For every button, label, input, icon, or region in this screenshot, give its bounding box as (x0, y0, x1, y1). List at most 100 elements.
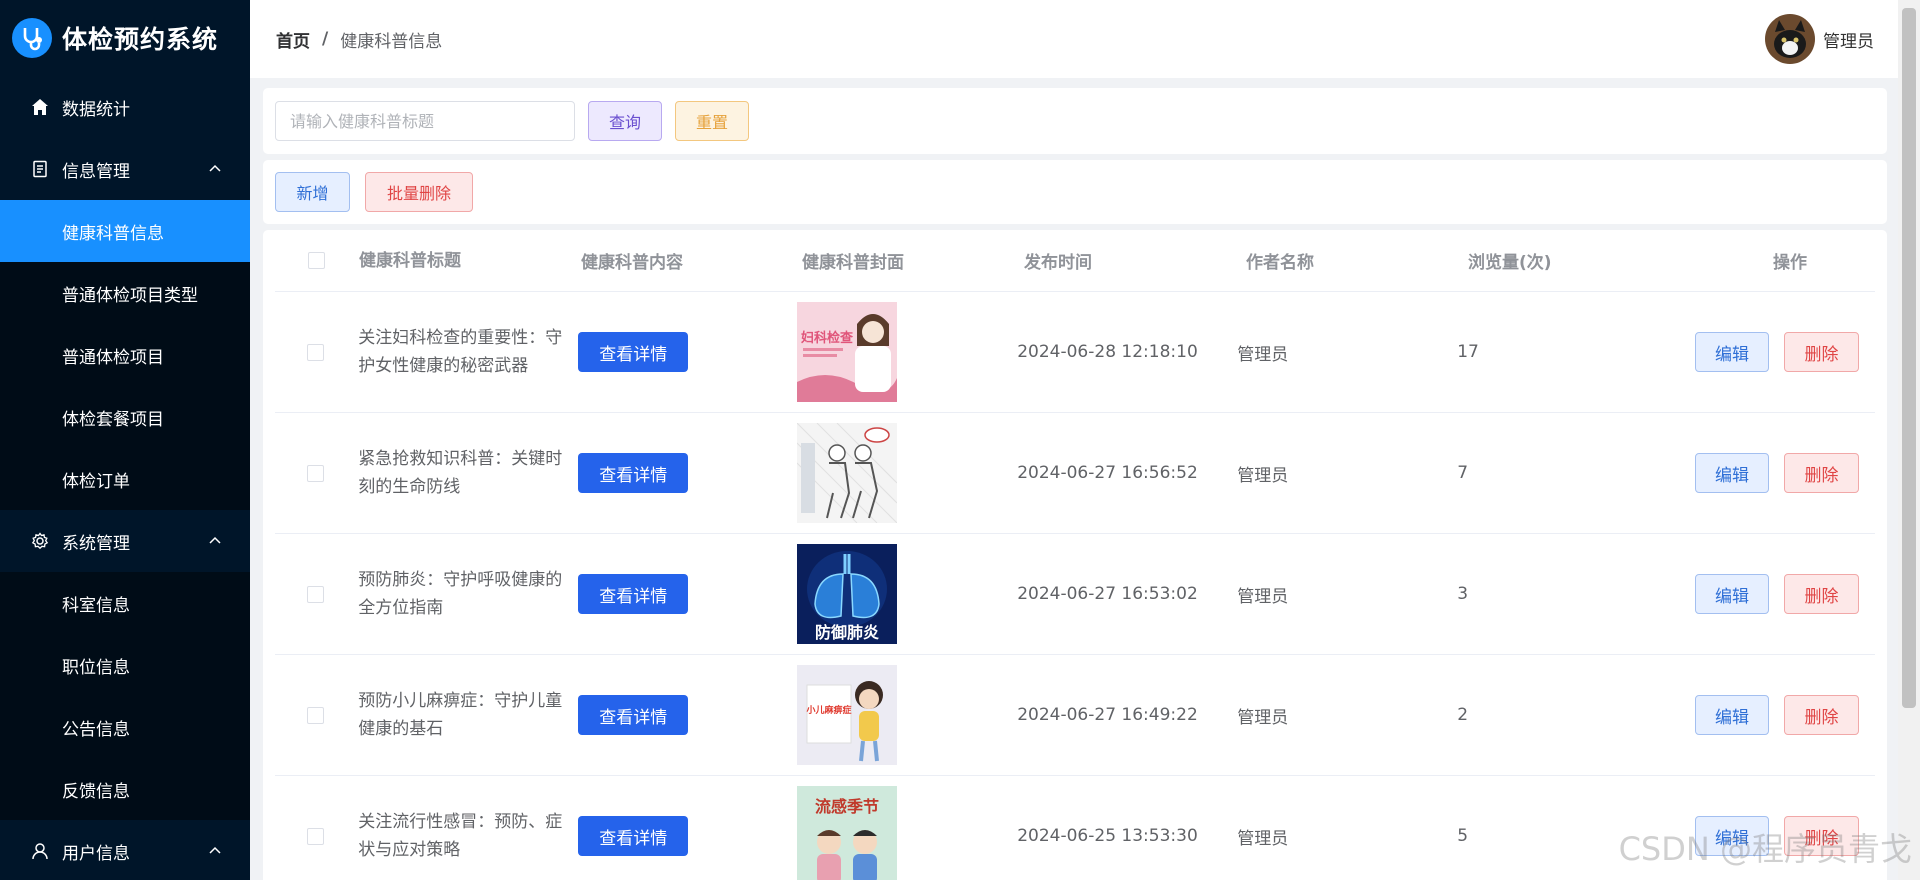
cover-image[interactable]: 妇科检查 (797, 302, 898, 402)
sidebar-item-feedback[interactable]: 反馈信息 (0, 758, 250, 820)
row-author: 管理员 (1237, 586, 1289, 607)
sidebar-item-positions[interactable]: 职位信息 (0, 634, 250, 696)
sidebar-item-label: 普通体检项目类型 (62, 285, 198, 306)
column-header-cover[interactable]: 健康科普封面 (802, 248, 1024, 273)
row-checkbox[interactable] (307, 464, 325, 482)
chevron-up-icon (209, 536, 221, 544)
page-scrollbar[interactable] (1898, 0, 1920, 880)
row-author: 管理员 (1237, 828, 1289, 849)
column-header-title[interactable]: 健康科普标题 (357, 247, 581, 275)
cover-text: 流感季节 (815, 797, 879, 816)
delete-button[interactable]: 删除 (1784, 332, 1859, 372)
user-name: 管理员 (1823, 31, 1874, 52)
row-checkbox[interactable] (307, 827, 325, 845)
row-publish-time: 2024-06-27 16:56:52 (1017, 463, 1198, 483)
user-menu[interactable]: 管理员 (1765, 14, 1874, 64)
view-detail-button[interactable]: 查看详情 (578, 695, 689, 735)
row-views: 7 (1457, 463, 1469, 483)
column-header-author[interactable]: 作者名称 (1246, 248, 1468, 273)
row-checkbox[interactable] (307, 706, 325, 724)
breadcrumb: 首页 / 健康科普信息 (276, 27, 442, 52)
app-title: 体检预约系统 (62, 25, 219, 54)
chevron-up-icon (209, 164, 221, 172)
view-detail-button[interactable]: 查看详情 (578, 332, 689, 372)
table-panel: 健康科普标题 健康科普内容 健康科普封面 发布时间 作者名称 浏览量(次) 操作… (263, 230, 1887, 880)
reset-button[interactable]: 重置 (675, 101, 749, 141)
breadcrumb-separator: / (322, 29, 329, 49)
row-publish-time: 2024-06-27 16:53:02 (1017, 584, 1198, 604)
column-header-ops: 操作 (1773, 253, 1807, 273)
row-publish-time: 2024-06-27 16:49:22 (1017, 705, 1198, 725)
top-header: 首页 / 健康科普信息 管理员 (250, 0, 1920, 78)
sidebar-item-label: 信息管理 (62, 161, 130, 182)
table-row: 预防肺炎：守护呼吸健康的全方位指南 查看详情 防御肺炎 2024-06-27 1… (275, 534, 1875, 655)
query-button[interactable]: 查询 (588, 101, 662, 141)
delete-button[interactable]: 删除 (1784, 574, 1859, 614)
sidebar-item-health-science[interactable]: 健康科普信息 (0, 200, 250, 262)
document-icon (30, 159, 50, 179)
breadcrumb-home[interactable]: 首页 (276, 27, 310, 52)
data-table: 健康科普标题 健康科普内容 健康科普封面 发布时间 作者名称 浏览量(次) 操作… (275, 230, 1875, 880)
avatar[interactable] (1765, 14, 1815, 64)
action-panel: 新增 批量删除 (263, 160, 1887, 224)
table-row: 紧急抢救知识科普：关键时刻的生命防线 查看详情 2024-06-27 16:56… (275, 413, 1875, 534)
sidebar-group-system-management[interactable]: 系统管理 (0, 510, 250, 572)
row-publish-time: 2024-06-28 12:18:10 (1017, 342, 1198, 362)
sidebar-group-info-management[interactable]: 信息管理 (0, 138, 250, 200)
row-title: 预防小儿麻痹症：守护儿童健康的基石 (358, 691, 563, 739)
add-button[interactable]: 新增 (275, 172, 350, 212)
view-detail-button[interactable]: 查看详情 (578, 453, 689, 493)
scrollbar-thumb[interactable] (1902, 8, 1916, 708)
column-header-views[interactable]: 浏览量(次) (1468, 248, 1708, 273)
watermark: CSDN @程序员青戈 (1618, 830, 1912, 868)
table-row: 预防小儿麻痹症：守护儿童健康的基石 查看详情 小儿麻痹症 2024-06-27 … (275, 655, 1875, 776)
sidebar-item-label: 职位信息 (62, 657, 130, 678)
sidebar-item-label: 健康科普信息 (62, 223, 164, 244)
edit-button[interactable]: 编辑 (1695, 453, 1769, 493)
cover-text: 防御肺炎 (815, 623, 879, 642)
cover-image[interactable] (797, 423, 898, 523)
delete-button[interactable]: 删除 (1784, 695, 1859, 735)
edit-button[interactable]: 编辑 (1695, 695, 1769, 735)
row-views: 17 (1457, 342, 1479, 362)
sidebar-item-departments[interactable]: 科室信息 (0, 572, 250, 634)
column-header-content[interactable]: 健康科普内容 (581, 248, 802, 273)
search-input[interactable] (275, 101, 575, 141)
batch-delete-button[interactable]: 批量删除 (365, 172, 473, 212)
sidebar-item-notices[interactable]: 公告信息 (0, 696, 250, 758)
sidebar-item-label: 反馈信息 (62, 781, 130, 802)
sidebar-item-label: 系统管理 (62, 533, 130, 554)
sidebar-item-exam-items[interactable]: 普通体检项目 (0, 324, 250, 386)
sidebar-item-label: 体检订单 (62, 471, 130, 492)
row-checkbox[interactable] (307, 585, 325, 603)
sidebar-item-label: 体检套餐项目 (62, 409, 164, 430)
select-all-checkbox[interactable] (307, 252, 325, 269)
row-checkbox[interactable] (307, 343, 325, 361)
edit-button[interactable]: 编辑 (1695, 332, 1769, 372)
view-detail-button[interactable]: 查看详情 (578, 816, 689, 856)
column-header-time[interactable]: 发布时间 (1024, 248, 1246, 273)
sidebar-item-exam-item-types[interactable]: 普通体检项目类型 (0, 262, 250, 324)
sidebar-item-exam-packages[interactable]: 体检套餐项目 (0, 386, 250, 448)
cover-image[interactable]: 小儿麻痹症 (797, 665, 898, 765)
sidebar-group-user-info[interactable]: 用户信息 (0, 820, 250, 880)
sidebar-item-label: 科室信息 (62, 595, 130, 616)
user-icon (30, 841, 50, 861)
delete-button[interactable]: 删除 (1784, 453, 1859, 493)
sidebar-item-data-stats[interactable]: 数据统计 (0, 76, 250, 138)
sidebar-menu: 数据统计 信息管理 健康科普信息 普通体检项目类型 普通体检项目 体检套餐项目 … (0, 76, 250, 880)
stethoscope-icon (12, 18, 52, 58)
app-logo[interactable]: 体检预约系统 (0, 0, 250, 76)
edit-button[interactable]: 编辑 (1695, 574, 1769, 614)
cover-image[interactable]: 流感季节 (797, 786, 898, 880)
cover-image[interactable]: 防御肺炎 (797, 544, 898, 644)
sidebar-item-label: 公告信息 (62, 719, 130, 740)
search-panel: 查询 重置 (263, 88, 1887, 154)
row-author: 管理员 (1237, 465, 1289, 486)
view-detail-button[interactable]: 查看详情 (578, 574, 689, 614)
table-row: 关注妇科检查的重要性：守护女性健康的秘密武器 查看详情 妇科检查 2024-06… (275, 292, 1875, 413)
row-title: 关注流行性感冒：预防、症状与应对策略 (358, 812, 563, 860)
sidebar-item-label: 数据统计 (62, 99, 130, 120)
sidebar-item-exam-orders[interactable]: 体检订单 (0, 448, 250, 510)
row-author: 管理员 (1237, 344, 1289, 365)
